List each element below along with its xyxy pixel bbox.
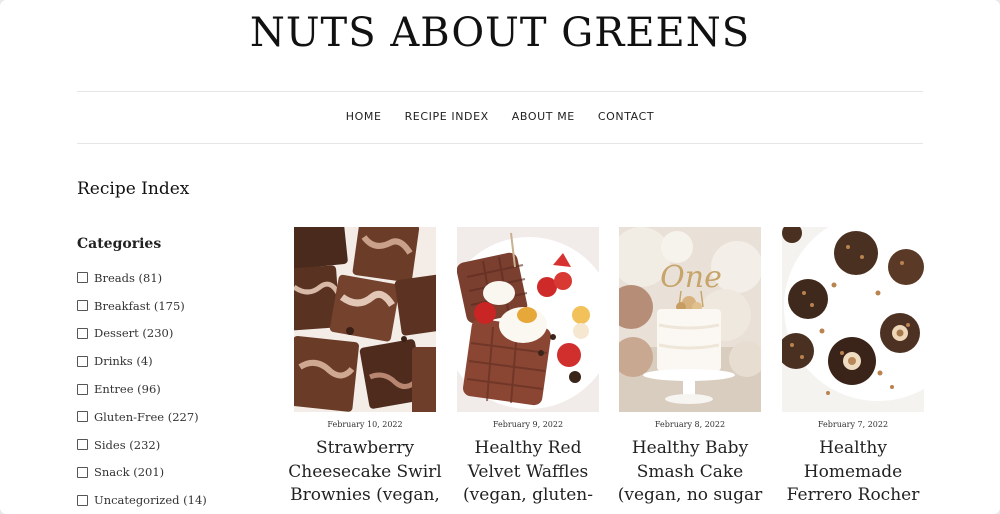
site-title[interactable]: NUTS ABOUT GREENS (0, 10, 1000, 56)
recipe-title[interactable]: Healthy Homemade Ferrero Rocher (772, 437, 934, 508)
checkbox[interactable] (77, 383, 88, 395)
checkbox[interactable] (77, 272, 88, 284)
checkbox[interactable] (77, 355, 88, 367)
checkbox[interactable] (77, 300, 88, 312)
checkbox[interactable] (77, 411, 88, 423)
sidebar-title: Recipe Index (77, 179, 190, 199)
checkbox[interactable] (77, 466, 88, 478)
category-label: Dessert (230) (94, 326, 174, 341)
nav-contact[interactable]: CONTACT (598, 110, 654, 123)
nav-recipe-index[interactable]: RECIPE INDEX (405, 110, 489, 123)
category-snack[interactable]: Snack (201) (77, 459, 207, 487)
recipe-card: February 9, 2022 Healthy Red Velvet Waff… (457, 227, 599, 508)
category-gluten-free[interactable]: Gluten-Free (227) (77, 403, 207, 431)
waffles-photo[interactable] (457, 227, 599, 412)
category-sides[interactable]: Sides (232) (77, 431, 207, 459)
category-label: Drinks (4) (94, 354, 153, 369)
nav-about-me[interactable]: ABOUT ME (512, 110, 575, 123)
recipe-date: February 8, 2022 (654, 420, 726, 429)
checkbox[interactable] (77, 439, 88, 451)
smash-cake-photo[interactable]: One (619, 227, 761, 412)
category-label: Sides (232) (94, 437, 161, 452)
recipe-title[interactable]: Healthy Baby Smash Cake (vegan, no sugar (609, 437, 771, 508)
category-uncategorized[interactable]: Uncategorized (14) (77, 486, 207, 514)
cake-topper-text: One (660, 260, 722, 295)
category-drinks[interactable]: Drinks (4) (77, 347, 207, 375)
categories-heading: Categories (77, 236, 162, 252)
recipe-card: February 7, 2022 Healthy Homemade Ferrer… (782, 227, 924, 508)
nav-home[interactable]: HOME (346, 110, 382, 123)
recipe-card: February 10, 2022 Strawberry Cheesecake … (288, 227, 442, 508)
category-label: Entree (96) (94, 382, 161, 397)
category-entree[interactable]: Entree (96) (77, 375, 207, 403)
recipe-date: February 9, 2022 (492, 420, 564, 429)
category-breads[interactable]: Breads (81) (77, 264, 207, 292)
recipe-title[interactable]: Healthy Red Velvet Waffles (vegan, glute… (447, 437, 609, 508)
recipe-card: One February 8, 2022 Healthy Baby Smash … (618, 227, 762, 508)
category-dessert[interactable]: Dessert (230) (77, 320, 207, 348)
category-label: Gluten-Free (227) (94, 409, 199, 424)
category-list: Breads (81) Breakfast (175) Dessert (230… (77, 264, 207, 514)
category-label: Breads (81) (94, 270, 163, 285)
category-breakfast[interactable]: Breakfast (175) (77, 292, 207, 320)
checkbox[interactable] (77, 494, 88, 506)
recipe-date: February 7, 2022 (817, 420, 889, 429)
recipe-title[interactable]: Strawberry Cheesecake Swirl Brownies (ve… (284, 437, 446, 508)
category-label: Uncategorized (14) (94, 493, 207, 508)
checkbox[interactable] (77, 327, 88, 339)
recipe-date: February 10, 2022 (327, 420, 403, 429)
main-nav: HOME RECIPE INDEX ABOUT ME CONTACT (0, 110, 1000, 123)
ferrero-rocher-photo[interactable] (782, 227, 924, 412)
brownies-photo[interactable] (294, 227, 436, 412)
header-divider-bottom (77, 143, 923, 144)
category-label: Breakfast (175) (94, 298, 185, 313)
category-label: Snack (201) (94, 465, 165, 480)
page: NUTS ABOUT GREENS HOME RECIPE INDEX ABOU… (0, 0, 1000, 514)
header-divider-top (77, 91, 923, 92)
